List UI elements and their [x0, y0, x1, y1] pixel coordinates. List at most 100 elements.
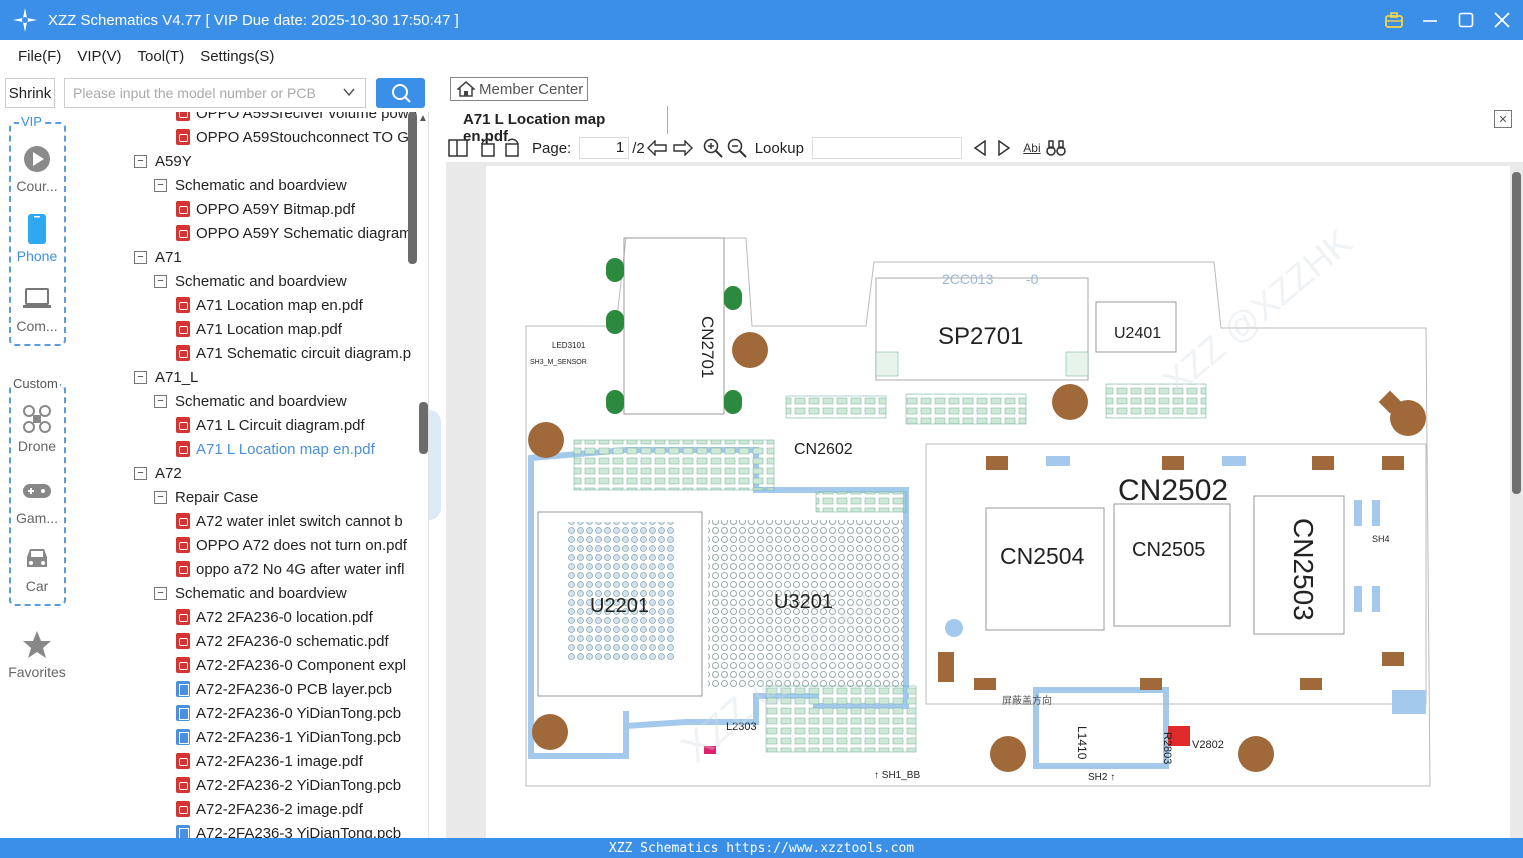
minimize-button[interactable]: [1419, 9, 1441, 31]
tree-label: A72-2FA236-1 YiDianTong.pcb: [196, 728, 402, 746]
scroll-up-icon[interactable]: ▲: [418, 113, 428, 124]
tree-file[interactable]: oppo a72 No 4G after water infl: [176, 557, 404, 581]
vip-group-label: VIP: [19, 114, 44, 129]
menu-file[interactable]: File(F): [18, 48, 61, 65]
tree-file[interactable]: OPPO A59Y Schematic diagram: [176, 221, 412, 245]
tree-file[interactable]: A71 Location map en.pdf: [176, 293, 363, 317]
pdf-file-icon: [176, 112, 190, 121]
label-cn2502: CN2502: [1118, 474, 1228, 507]
tree-scrollbar-thumb[interactable]: [419, 402, 428, 454]
binoculars-icon[interactable]: [1044, 136, 1068, 160]
category-phone[interactable]: Phone: [0, 214, 74, 264]
tree-folder[interactable]: − A71: [134, 245, 182, 269]
search-input[interactable]: Please input the model number or PCB: [64, 78, 366, 108]
page-input[interactable]: 1: [579, 137, 630, 159]
find-previous-icon[interactable]: [968, 136, 992, 160]
sidebar-toggle-icon[interactable]: [446, 136, 470, 160]
tree-folder[interactable]: − Repair Case: [154, 485, 258, 509]
tree-file[interactable]: OPPO A59Y Bitmap.pdf: [176, 197, 355, 221]
collapse-icon[interactable]: −: [134, 250, 147, 264]
tree-file[interactable]: A71 Location map.pdf: [176, 317, 342, 341]
collapse-icon[interactable]: −: [154, 586, 167, 600]
tree-file[interactable]: OPPO A59Sreciver volume powe: [176, 112, 417, 125]
match-case-icon[interactable]: Abi: [1020, 136, 1044, 160]
tree-label: A71 L Circuit diagram.pdf: [196, 416, 365, 434]
category-computer[interactable]: Com...: [0, 284, 74, 334]
tree-file[interactable]: A72-2FA236-2 YiDianTong.pcb: [176, 773, 401, 797]
tree-folder[interactable]: − Schematic and boardview: [154, 173, 347, 197]
collapse-icon[interactable]: −: [134, 370, 147, 384]
tree-folder[interactable]: − A71_L: [134, 365, 198, 389]
collapse-icon[interactable]: −: [154, 178, 167, 192]
collapse-handle[interactable]: [429, 410, 441, 520]
tree-folder[interactable]: − Schematic and boardview: [154, 389, 347, 413]
pdf-file-icon: [176, 225, 190, 241]
tree-file[interactable]: A72-2FA236-2 image.pdf: [176, 797, 363, 821]
close-tab-icon[interactable]: ✕: [1494, 110, 1512, 128]
tree-file[interactable]: A71 Schematic circuit diagram.p: [176, 341, 411, 365]
find-next-icon[interactable]: [992, 136, 1016, 160]
tree-folder[interactable]: − A72: [134, 461, 182, 485]
tree-file[interactable]: A72-2FA236-0 PCB layer.pcb: [176, 677, 392, 701]
tree-folder[interactable]: − Schematic and boardview: [154, 269, 347, 293]
zoom-out-icon[interactable]: [725, 136, 749, 160]
prev-page-icon[interactable]: [645, 136, 669, 160]
search-button[interactable]: [376, 78, 425, 108]
category-courses[interactable]: Cour...: [0, 144, 74, 194]
category-car[interactable]: Car: [0, 544, 74, 594]
app-logo-icon: [12, 7, 38, 33]
tree-file[interactable]: A71 L Circuit diagram.pdf: [176, 413, 365, 437]
label-cn2503: CN2503: [1288, 518, 1319, 621]
phone-icon: [22, 214, 52, 244]
category-label: Gam...: [15, 510, 58, 526]
tree-scrollbar[interactable]: [408, 112, 417, 264]
pdf-file-icon: [176, 537, 190, 553]
tree-file[interactable]: OPPO A72 does not turn on.pdf: [176, 533, 407, 557]
tree-file[interactable]: OPPO A59Stouchconnect TO GI: [176, 125, 413, 149]
lookup-input[interactable]: [811, 137, 962, 159]
collapse-icon[interactable]: −: [134, 466, 147, 480]
member-center-button[interactable]: Member Center: [450, 77, 588, 101]
tree-file[interactable]: A71 L Location map en.pdf: [176, 437, 375, 461]
collapse-icon[interactable]: −: [134, 154, 147, 168]
tree-file[interactable]: A72-2FA236-3 YiDianTong.pcb: [176, 821, 401, 838]
shrink-button[interactable]: Shrink: [5, 78, 55, 108]
tree-file[interactable]: A72-2FA236-1 image.pdf: [176, 749, 363, 773]
briefcase-icon[interactable]: [1383, 9, 1405, 31]
tree-file[interactable]: A72-2FA236-0 YiDianTong.pcb: [176, 701, 401, 725]
laptop-icon: [22, 284, 52, 314]
next-page-icon[interactable]: [671, 136, 695, 160]
pdf-file-icon: [176, 321, 190, 337]
menu-settings[interactable]: Settings(S): [200, 48, 274, 65]
tree-label: OPPO A59Stouchconnect TO GI: [196, 128, 414, 146]
category-drone[interactable]: Drone: [0, 404, 74, 454]
chevron-down-icon[interactable]: [343, 85, 355, 101]
category-favorites[interactable]: Favorites: [0, 630, 74, 680]
tree-file[interactable]: A72 water inlet switch cannot b: [176, 509, 403, 533]
tree-file[interactable]: A72-2FA236-1 YiDianTong.pcb: [176, 725, 401, 749]
tree-label: Schematic and boardview: [175, 584, 347, 602]
category-game[interactable]: Gam...: [0, 476, 74, 526]
tree-label: A71 Schematic circuit diagram.p: [196, 344, 412, 362]
zoom-in-icon[interactable]: [701, 136, 725, 160]
tree-file[interactable]: A72 2FA236-0 schematic.pdf: [176, 629, 389, 653]
rotate-right-icon[interactable]: [500, 136, 524, 160]
category-label: Phone: [16, 248, 58, 264]
tree-folder[interactable]: − Schematic and boardview: [154, 581, 347, 605]
menu-vip[interactable]: VIP(V): [77, 48, 121, 65]
document-tab[interactable]: A71 L Location map en.pdf: [450, 106, 668, 145]
close-button[interactable]: [1491, 9, 1513, 31]
collapse-icon[interactable]: −: [154, 490, 167, 504]
collapse-icon[interactable]: −: [154, 274, 167, 288]
viewer-scrollbar[interactable]: [1512, 172, 1521, 494]
maximize-button[interactable]: [1455, 9, 1477, 31]
menu-tool[interactable]: Tool(T): [138, 48, 185, 65]
car-icon: [22, 544, 52, 574]
pdf-viewer[interactable]: CN2701 SP2701 U2401 CN2602 CN2502 CN2504…: [446, 162, 1523, 846]
tree-folder[interactable]: − A59Y: [134, 149, 192, 173]
collapse-icon[interactable]: −: [154, 394, 167, 408]
tree-file[interactable]: A72 2FA236-0 location.pdf: [176, 605, 373, 629]
tree-label: Schematic and boardview: [175, 176, 347, 194]
rotate-left-icon[interactable]: [476, 136, 500, 160]
tree-file[interactable]: A72-2FA236-0 Component expl: [176, 653, 406, 677]
